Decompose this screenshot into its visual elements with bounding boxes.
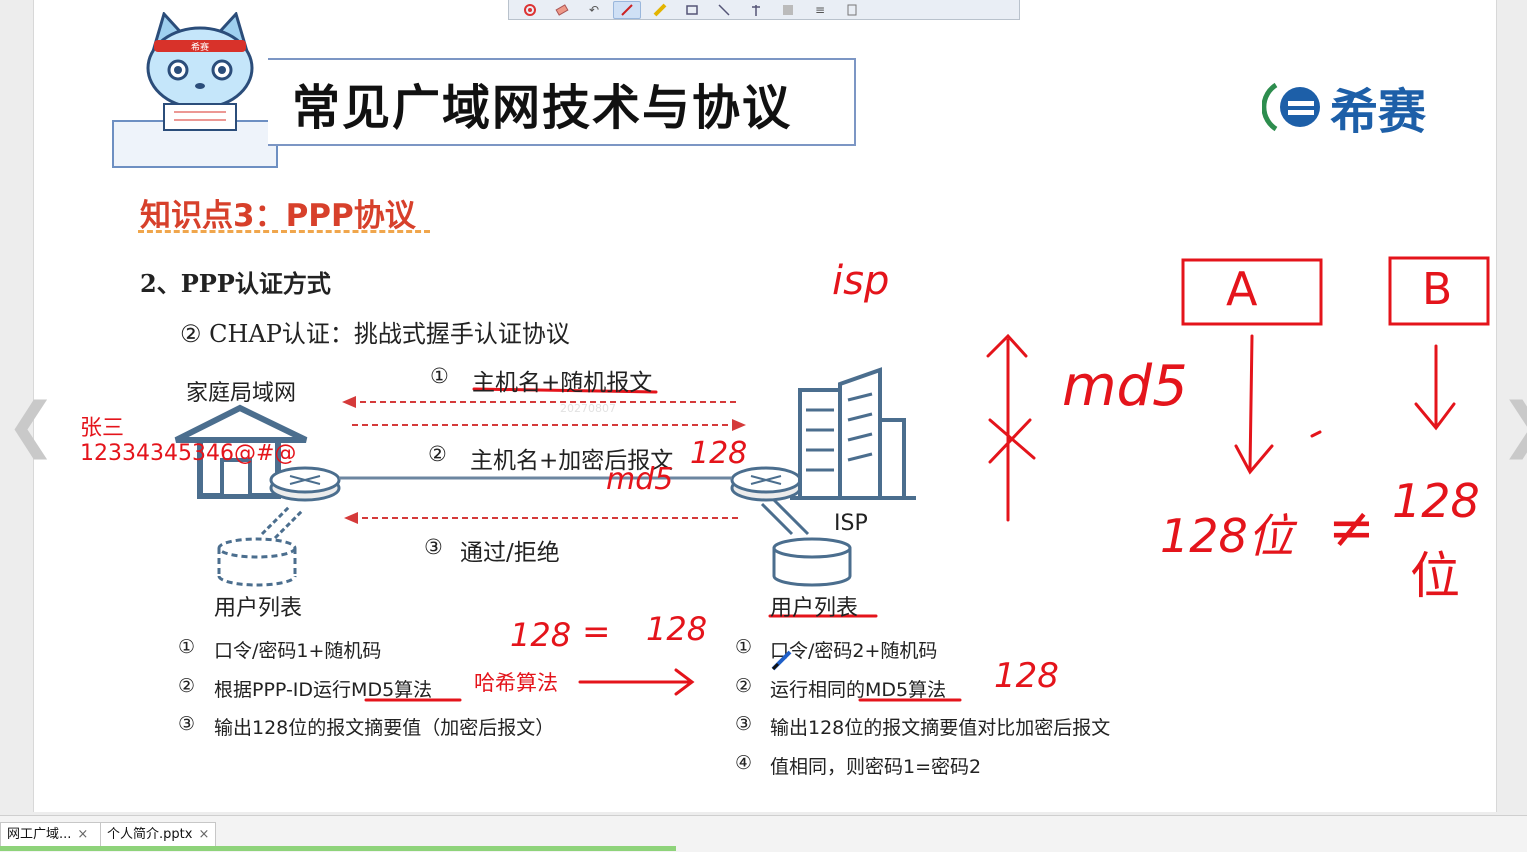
left-sync-arrows	[260, 504, 305, 540]
arrow-head-1	[342, 396, 356, 408]
left-step-1-number: ①	[178, 636, 196, 658]
msg3-label: 通过/拒绝	[460, 540, 560, 566]
right-sync-arrows	[760, 498, 810, 536]
home-lan-label: 家庭局域网	[186, 381, 297, 406]
annotation-box-b-label: B	[1422, 264, 1453, 315]
right-user-list-label: 用户列表	[770, 596, 859, 621]
isp-building-icon	[790, 367, 916, 500]
annotation-password: 12334345346@#@	[80, 441, 297, 466]
annotation-128-a: 128	[690, 436, 748, 471]
playback-progress-bar[interactable]	[0, 846, 676, 851]
right-step-3: 输出128位的报文摘要值对比加密后报文	[770, 717, 1111, 739]
left-step-3-number: ③	[178, 713, 196, 735]
ink-tick	[1310, 430, 1322, 438]
annotation-bits-right-number: 128	[1392, 474, 1480, 528]
annotation-equals: =	[582, 612, 611, 652]
close-icon[interactable]: ×	[77, 827, 88, 842]
annotation-md5-big: md5	[1062, 354, 1188, 419]
right-router-icon	[730, 466, 802, 502]
arrow-head-2	[732, 419, 746, 431]
msg1-label: 主机名+随机报文	[472, 370, 653, 396]
msg2-number: ②	[428, 442, 447, 466]
tab-personal-intro[interactable]: 个人简介.pptx ×	[100, 822, 217, 848]
left-step-1: 口令/密码1+随机码	[214, 640, 382, 662]
pen-cursor-icon	[770, 648, 794, 676]
msg1-number: ①	[430, 364, 449, 388]
annotation-128-c: 128	[646, 610, 708, 648]
annotation-128-b: 128	[510, 616, 572, 654]
annotation-not-equal: ≠	[1328, 496, 1375, 561]
left-step-3: 输出128位的报文摘要值（加密后报文）	[214, 717, 555, 739]
right-step-2: 运行相同的MD5算法	[770, 679, 947, 701]
tab-network-wan[interactable]: 网工广域... ×	[0, 822, 102, 848]
msg3-number: ③	[424, 535, 443, 559]
right-database-icon	[772, 537, 852, 587]
right-step-1: 口令/密码2+随机码	[770, 640, 938, 662]
annotation-md5-small: md5	[606, 462, 674, 497]
annotation-bits-left: 128位	[1160, 509, 1294, 563]
tab-network-wan-label: 网工广域...	[7, 827, 72, 842]
annotation-hash: 哈希算法	[474, 671, 558, 695]
left-step-2-number: ②	[178, 675, 196, 697]
annotation-128-d: 128	[994, 656, 1059, 696]
arrow-head-3	[344, 512, 358, 524]
right-step-2-number: ②	[735, 675, 753, 697]
left-database-icon	[217, 537, 297, 587]
ink-arrowhead-a	[1234, 444, 1274, 475]
right-step-4-number: ④	[735, 752, 753, 774]
annotation-box-a-label: A	[1226, 262, 1258, 316]
annotation-isp: isp	[832, 258, 890, 304]
watermark: 20270807	[560, 402, 616, 415]
annotation-name: 张三	[80, 416, 125, 441]
right-step-1-number: ①	[735, 636, 753, 658]
tab-personal-intro-label: 个人简介.pptx	[107, 827, 193, 842]
left-step-2: 根据PPP-ID运行MD5算法	[214, 679, 433, 701]
left-router-icon	[269, 466, 341, 502]
annotation-bits-right-unit: 位	[1410, 547, 1460, 605]
left-user-list-label: 用户列表	[214, 596, 303, 621]
isp-label: ISP	[834, 511, 868, 536]
right-step-4: 值相同，则密码1=密码2	[770, 756, 982, 778]
ink-arrow-a	[1248, 334, 1254, 472]
close-icon[interactable]: ×	[198, 827, 209, 842]
right-step-3-number: ③	[735, 713, 753, 735]
